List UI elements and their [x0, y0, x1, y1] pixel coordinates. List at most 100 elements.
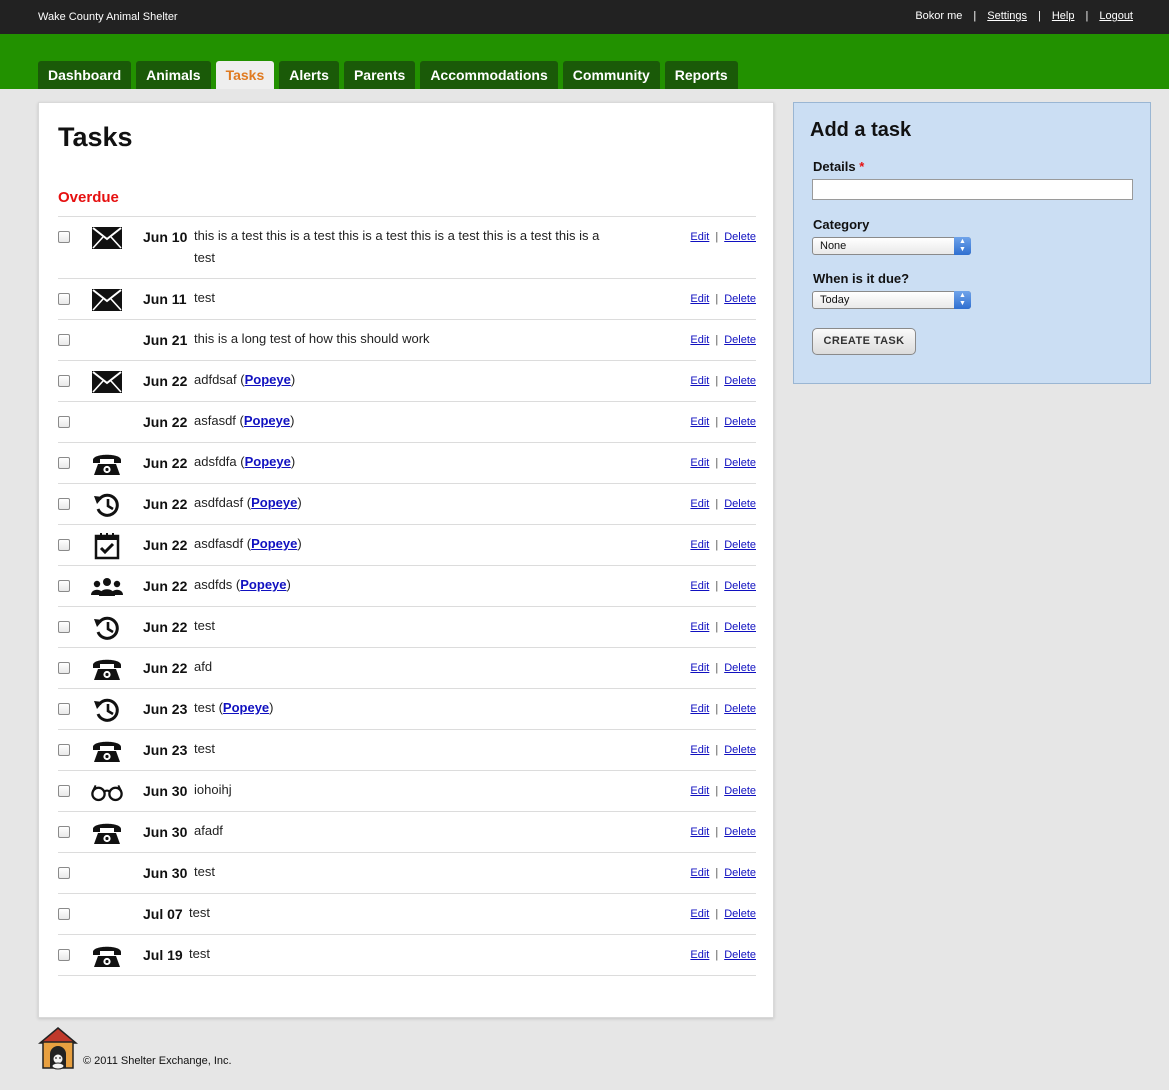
animal-link[interactable]: Popeye — [245, 372, 291, 387]
task-text: test — [189, 946, 210, 961]
delete-link[interactable]: Delete — [724, 416, 756, 428]
edit-link[interactable]: Edit — [690, 580, 709, 592]
task-complete-checkbox[interactable] — [58, 580, 70, 592]
separator: | — [715, 826, 719, 838]
edit-link[interactable]: Edit — [690, 867, 709, 879]
delete-link[interactable]: Delete — [724, 231, 756, 243]
tab-reports[interactable]: Reports — [664, 61, 738, 89]
tab-accommodations[interactable]: Accommodations — [420, 61, 558, 89]
select-arrows-icon: ▲ ▼ — [954, 291, 971, 309]
delete-link[interactable]: Delete — [724, 457, 756, 469]
task-date: Jul 07 — [143, 906, 183, 922]
edit-link[interactable]: Edit — [690, 744, 709, 756]
animal-link[interactable]: Popeye — [223, 700, 269, 715]
due-select[interactable]: Today ▲ ▼ — [812, 291, 971, 309]
task-description: test — [194, 861, 614, 883]
delete-link[interactable]: Delete — [724, 498, 756, 510]
task-row: Jun 23 test Edit | Delete — [58, 730, 756, 771]
animal-link[interactable]: Popeye — [240, 577, 286, 592]
edit-link[interactable]: Edit — [690, 703, 709, 715]
edit-link[interactable]: Edit — [690, 785, 709, 797]
edit-link[interactable]: Edit — [690, 498, 709, 510]
task-actions: Edit | Delete — [690, 498, 756, 510]
task-complete-checkbox[interactable] — [58, 744, 70, 756]
edit-link[interactable]: Edit — [690, 293, 709, 305]
delete-link[interactable]: Delete — [724, 293, 756, 305]
task-complete-checkbox[interactable] — [58, 293, 70, 305]
task-complete-checkbox[interactable] — [58, 416, 70, 428]
delete-link[interactable]: Delete — [724, 334, 756, 346]
task-complete-checkbox[interactable] — [58, 949, 70, 961]
animal-link[interactable]: Popeye — [245, 454, 291, 469]
task-complete-checkbox[interactable] — [58, 785, 70, 797]
animal-link[interactable]: Popeye — [244, 413, 290, 428]
delete-link[interactable]: Delete — [724, 744, 756, 756]
edit-link[interactable]: Edit — [690, 457, 709, 469]
task-date: Jun 22 — [143, 455, 188, 471]
delete-link[interactable]: Delete — [724, 826, 756, 838]
task-complete-checkbox[interactable] — [58, 375, 70, 387]
task-complete-checkbox[interactable] — [58, 662, 70, 674]
edit-link[interactable]: Edit — [690, 621, 709, 633]
edit-link[interactable]: Edit — [690, 334, 709, 346]
edit-link[interactable]: Edit — [690, 949, 709, 961]
task-text: afadf — [194, 823, 223, 838]
animal-link[interactable]: Popeye — [251, 495, 297, 510]
task-complete-checkbox[interactable] — [58, 457, 70, 469]
edit-link[interactable]: Edit — [690, 908, 709, 920]
help-link[interactable]: Help — [1052, 10, 1075, 22]
edit-link[interactable]: Edit — [690, 231, 709, 243]
task-complete-checkbox[interactable] — [58, 539, 70, 551]
tab-alerts[interactable]: Alerts — [279, 61, 339, 89]
edit-link[interactable]: Edit — [690, 416, 709, 428]
tab-tasks[interactable]: Tasks — [215, 61, 275, 89]
category-value: None — [820, 240, 847, 252]
task-complete-checkbox[interactable] — [58, 908, 70, 920]
top-bar: Wake County Animal Shelter Bokor me | Se… — [0, 0, 1169, 34]
task-text: afd — [194, 659, 213, 674]
edit-link[interactable]: Edit — [690, 539, 709, 551]
task-actions: Edit | Delete — [690, 867, 756, 879]
task-text: asdfds — [194, 577, 233, 592]
create-task-button[interactable]: CREATE TASK — [812, 328, 916, 355]
task-description: asfasdf (Popeye) — [194, 413, 295, 428]
settings-link[interactable]: Settings — [987, 10, 1027, 22]
tab-animals[interactable]: Animals — [136, 61, 211, 89]
delete-link[interactable]: Delete — [724, 662, 756, 674]
delete-link[interactable]: Delete — [724, 703, 756, 715]
edit-link[interactable]: Edit — [690, 375, 709, 387]
delete-link[interactable]: Delete — [724, 539, 756, 551]
task-complete-checkbox[interactable] — [58, 334, 70, 346]
task-complete-checkbox[interactable] — [58, 231, 70, 243]
mail-icon — [90, 224, 124, 252]
task-complete-checkbox[interactable] — [58, 826, 70, 838]
delete-link[interactable]: Delete — [724, 580, 756, 592]
delete-link[interactable]: Delete — [724, 785, 756, 797]
task-complete-checkbox[interactable] — [58, 867, 70, 879]
due-value: Today — [820, 294, 850, 306]
edit-link[interactable]: Edit — [690, 662, 709, 674]
delete-link[interactable]: Delete — [724, 949, 756, 961]
task-date: Jun 11 — [143, 291, 187, 307]
task-complete-checkbox[interactable] — [58, 498, 70, 510]
delete-link[interactable]: Delete — [724, 908, 756, 920]
task-description: adsfdfa (Popeye) — [194, 454, 296, 469]
edit-link[interactable]: Edit — [690, 826, 709, 838]
separator: | — [715, 416, 719, 428]
delete-link[interactable]: Delete — [724, 867, 756, 879]
details-field[interactable] — [812, 179, 1133, 200]
task-actions: Edit | Delete — [690, 293, 756, 305]
task-actions: Edit | Delete — [690, 457, 756, 469]
task-complete-checkbox[interactable] — [58, 621, 70, 633]
logout-link[interactable]: Logout — [1099, 10, 1133, 22]
task-description: afadf — [194, 820, 614, 842]
animal-link[interactable]: Popeye — [251, 536, 297, 551]
tab-parents[interactable]: Parents — [343, 61, 416, 89]
task-complete-checkbox[interactable] — [58, 703, 70, 715]
delete-link[interactable]: Delete — [724, 375, 756, 387]
delete-link[interactable]: Delete — [724, 621, 756, 633]
tab-dashboard[interactable]: Dashboard — [38, 61, 132, 89]
tab-community[interactable]: Community — [562, 61, 660, 89]
category-select[interactable]: None ▲ ▼ — [812, 237, 971, 255]
add-task-title: Add a task — [810, 119, 912, 141]
